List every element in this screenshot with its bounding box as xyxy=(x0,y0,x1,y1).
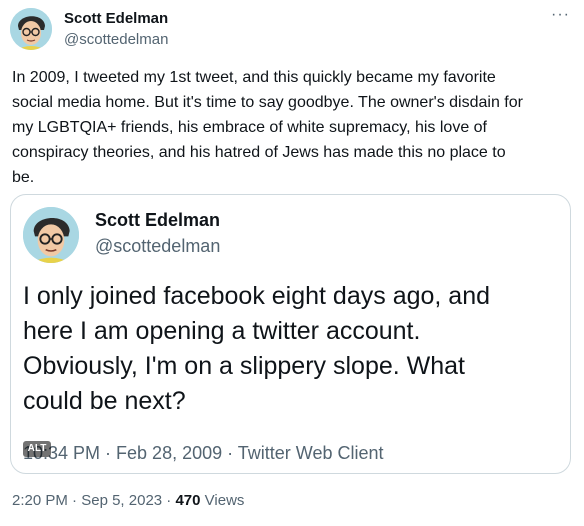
author-handle[interactable]: @scottedelman xyxy=(64,31,168,48)
views-count: 470 xyxy=(175,492,201,509)
quoted-author-name: Scott Edelman xyxy=(95,210,221,230)
quoted-tweet-text: I only joined facebook eight days ago, a… xyxy=(23,282,491,415)
tweet-time[interactable]: 2:20 PM xyxy=(12,492,68,509)
quoted-author-avatar xyxy=(23,207,79,263)
quoted-author-handle: @scottedelman xyxy=(95,236,221,256)
author-avatar[interactable] xyxy=(10,8,52,50)
meta-separator: · xyxy=(72,492,78,509)
author-name[interactable]: Scott Edelman xyxy=(64,10,168,27)
alt-badge[interactable]: ALT xyxy=(23,441,51,457)
tweet-date[interactable]: Sep 5, 2023 xyxy=(81,492,162,509)
tweet-footer: 2:20 PM · Sep 5, 2023 · 470 Views xyxy=(12,492,244,509)
quoted-tweet-meta: 10:34 PM · Feb 28, 2009 · Twitter Web Cl… xyxy=(23,443,384,463)
tweet: Scott Edelman @scottedelman ··· In 2009,… xyxy=(0,0,584,526)
meta-separator: · xyxy=(166,492,172,509)
tweet-text: In 2009, I tweeted my 1st tweet, and thi… xyxy=(12,69,523,186)
more-horizontal-icon[interactable]: ··· xyxy=(551,6,570,24)
quoted-tweet-card[interactable]: Scott Edelman @scottedelman I only joine… xyxy=(10,194,571,474)
views-label: Views xyxy=(204,492,245,509)
